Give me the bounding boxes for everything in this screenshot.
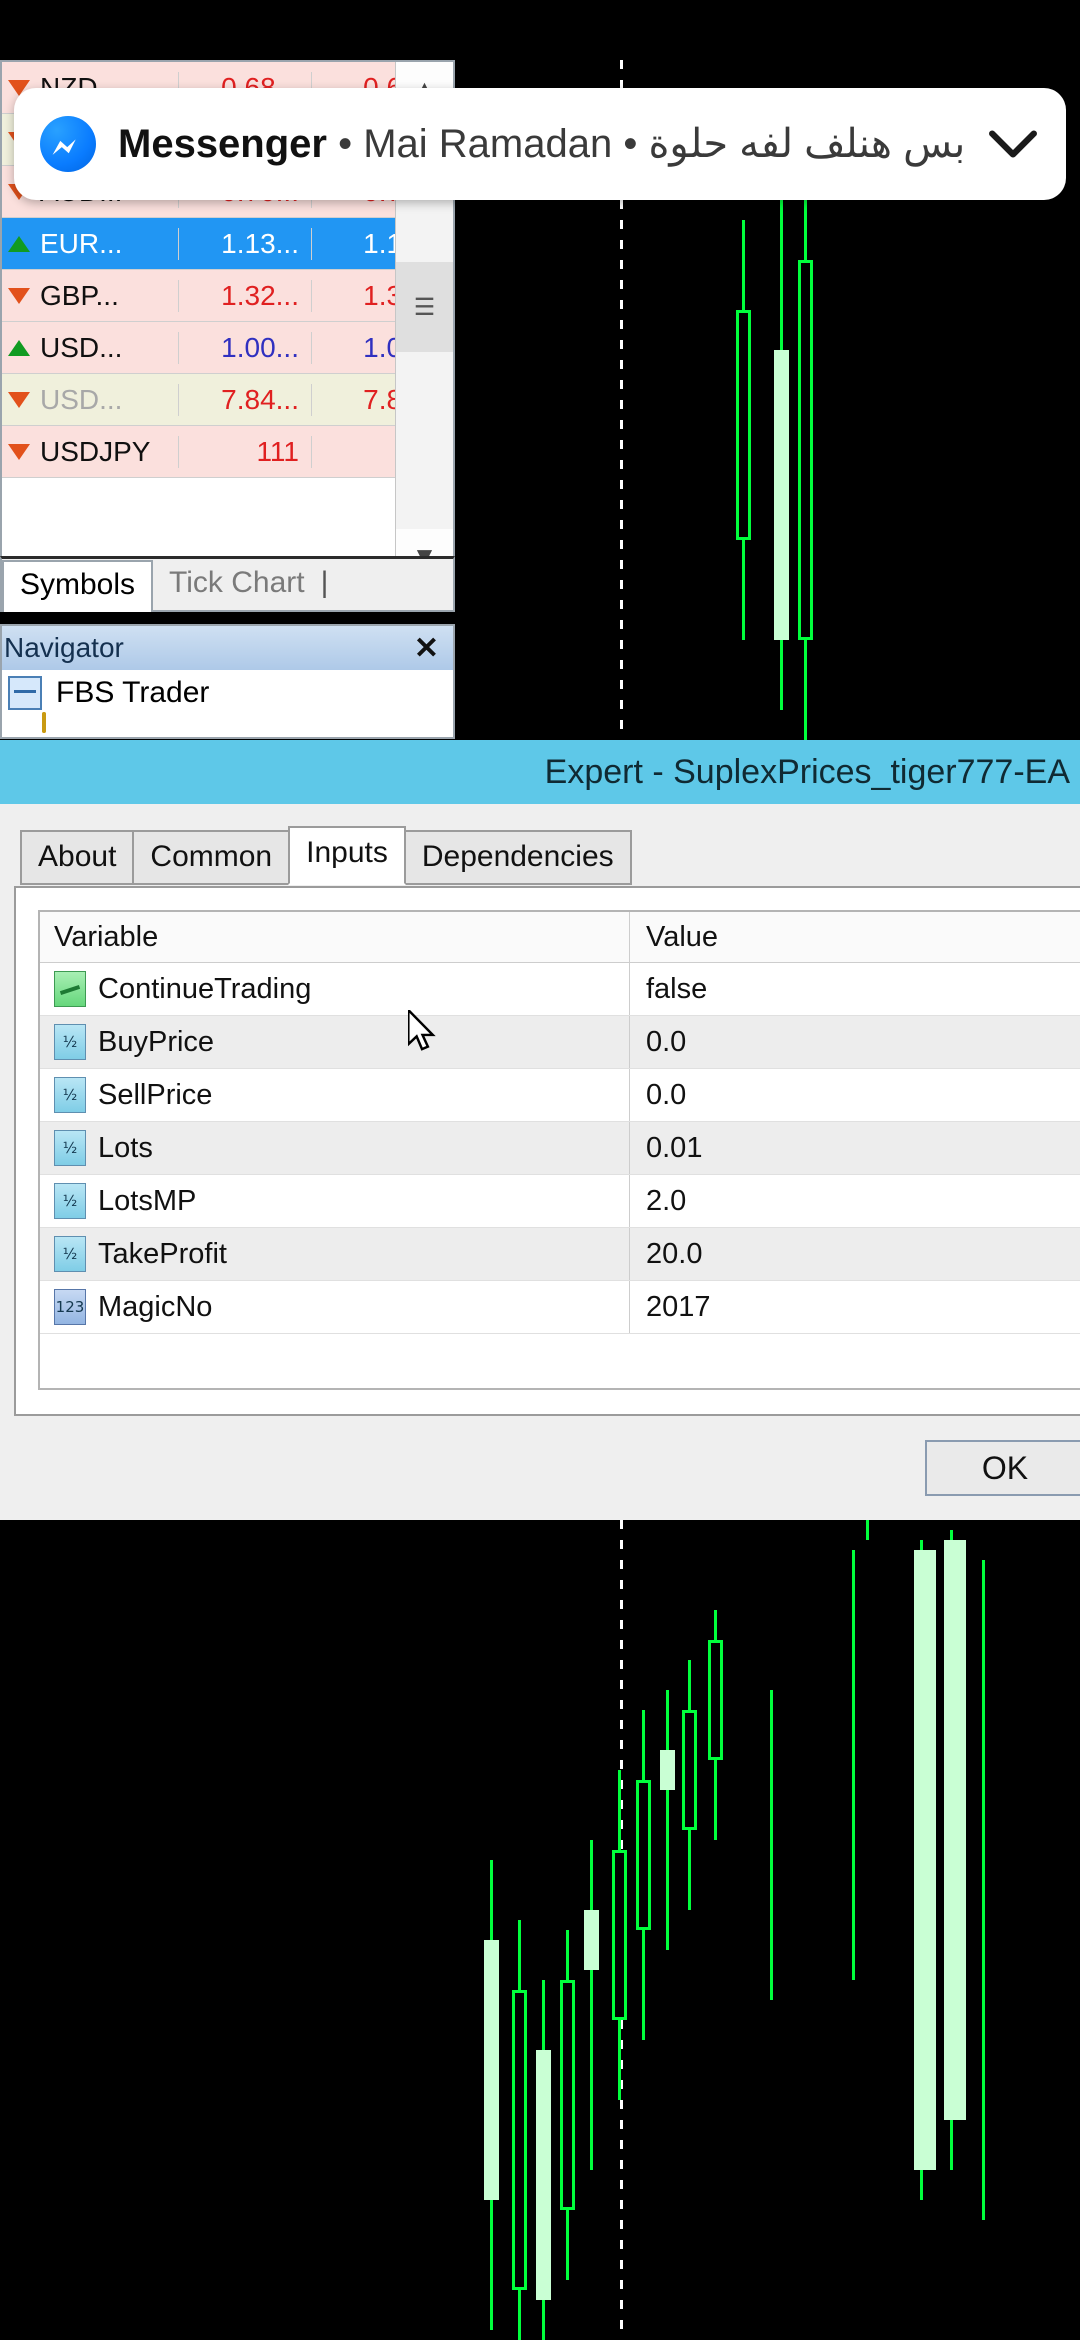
variable-value[interactable]: 0.0 — [630, 1079, 1080, 1112]
variable-value[interactable]: 2017 — [630, 1291, 1080, 1324]
table-row[interactable]: USD... 1.00... 1.00... — [2, 322, 453, 374]
table-row[interactable]: ½ LotsMP 2.0 — [40, 1175, 1080, 1228]
column-header-variable: Variable — [54, 921, 158, 954]
notification-separator-2: • — [612, 122, 648, 166]
notification-text: Messenger • Mai Ramadan • بس هنلف لفه حل… — [118, 121, 964, 167]
table-row[interactable]: GBP... 1.32... 1.32... — [2, 270, 453, 322]
navigator-panel[interactable]: Navigator ✕ FBS Trader — [0, 624, 455, 739]
messenger-notification[interactable]: Messenger • Mai Ramadan • بس هنلف لفه حل… — [14, 88, 1066, 200]
tab-about[interactable]: About — [20, 830, 134, 885]
dialog-title-bar: Expert - SuplexPrices_tiger777-EA — [0, 740, 1080, 804]
int-variable-icon: 123 — [54, 1289, 86, 1325]
messenger-icon — [40, 116, 96, 172]
navigator-item-label: FBS Trader — [56, 676, 209, 710]
chevron-down-icon[interactable] — [986, 129, 1040, 159]
variable-value[interactable]: 0.01 — [630, 1132, 1080, 1165]
symbol-cell: USDJPY — [36, 436, 178, 468]
variable-name: ContinueTrading — [98, 973, 311, 1006]
navigator-header: Navigator ✕ — [2, 626, 453, 670]
variable-name: MagicNo — [98, 1291, 212, 1324]
double-variable-icon: ½ — [54, 1077, 86, 1113]
tab-caret: | — [321, 566, 329, 610]
table-row[interactable]: ½ Lots 0.01 — [40, 1122, 1080, 1175]
tab-inputs[interactable]: Inputs — [288, 826, 406, 885]
table-row[interactable]: ContinueTrading false — [40, 963, 1080, 1016]
bid-cell: 111 — [178, 436, 311, 468]
dialog-body: About Common Inputs Dependencies Variabl… — [0, 804, 1080, 1520]
table-row[interactable]: ½ TakeProfit 20.0 — [40, 1228, 1080, 1281]
symbol-cell: GBP... — [36, 280, 178, 312]
inputs-panel: Variable Value ContinueTrading false ½ B… — [14, 886, 1080, 1416]
bottom-candlestick-chart[interactable] — [470, 1520, 1080, 2340]
tab-common[interactable]: Common — [132, 830, 290, 885]
direction-arrow-icon — [2, 392, 36, 408]
double-variable-icon: ½ — [54, 1130, 86, 1166]
variable-value[interactable]: false — [630, 973, 1080, 1006]
bid-cell: 1.32... — [178, 280, 311, 312]
bool-variable-icon — [54, 971, 86, 1007]
symbol-cell: USD... — [36, 332, 178, 364]
table-row[interactable]: USDJPY 111 111 — [2, 426, 453, 478]
direction-arrow-icon — [2, 340, 36, 356]
page-title: Expert - SuplexPrices_tiger777-EA — [545, 753, 1070, 792]
account-icon — [8, 676, 42, 710]
notification-app-name: Messenger — [118, 122, 327, 166]
table-row[interactable]: 123 MagicNo 2017 — [40, 1281, 1080, 1334]
variable-value[interactable]: 2.0 — [630, 1185, 1080, 1218]
ok-button[interactable]: OK — [925, 1440, 1080, 1496]
double-variable-icon: ½ — [54, 1024, 86, 1060]
double-variable-icon: ½ — [54, 1236, 86, 1272]
variable-name: Lots — [98, 1132, 153, 1165]
tab-dependencies[interactable]: Dependencies — [404, 830, 632, 885]
navigator-item-fbs-trader[interactable]: FBS Trader — [2, 670, 453, 710]
mouse-pointer-icon — [408, 1010, 438, 1054]
expert-properties-dialog[interactable]: Expert - SuplexPrices_tiger777-EA About … — [0, 740, 1080, 1520]
symbol-cell: EUR... — [36, 228, 178, 260]
double-variable-icon: ½ — [54, 1183, 86, 1219]
notification-sender: Mai Ramadan — [363, 122, 612, 166]
symbol-cell: USD... — [36, 384, 178, 416]
direction-arrow-icon — [2, 236, 36, 252]
table-row[interactable]: USD... 7.84... 7.84... — [2, 374, 453, 426]
notification-separator-1: • — [327, 122, 363, 166]
navigator-title: Navigator — [4, 632, 124, 664]
column-header-value: Value — [646, 921, 718, 953]
table-header-row: Variable Value — [40, 912, 1080, 963]
tab-tick-chart[interactable]: Tick Chart — [153, 560, 321, 610]
notification-message: بس هنلف لفه حلوة — [648, 122, 964, 166]
direction-arrow-icon — [2, 288, 36, 304]
bid-cell: 1.00... — [178, 332, 311, 364]
inputs-table[interactable]: Variable Value ContinueTrading false ½ B… — [38, 910, 1080, 1390]
navigator-folder-icon — [2, 714, 453, 732]
variable-name: TakeProfit — [98, 1238, 227, 1271]
variable-name: SellPrice — [98, 1079, 212, 1112]
dialog-tabs[interactable]: About Common Inputs Dependencies — [20, 826, 630, 885]
bid-cell: 7.84... — [178, 384, 311, 416]
screen-root: NZD... 0.68... 0.68... USD... 1.35... 1.… — [0, 0, 1080, 2340]
variable-name: BuyPrice — [98, 1026, 214, 1059]
market-watch-tabs[interactable]: Symbols Tick Chart | — [0, 556, 455, 612]
bid-cell: 1.13... — [178, 228, 311, 260]
table-row[interactable]: ½ BuyPrice 0.0 — [40, 1016, 1080, 1069]
close-icon[interactable]: ✕ — [414, 631, 453, 666]
variable-value[interactable]: 0.0 — [630, 1026, 1080, 1059]
variable-name: LotsMP — [98, 1185, 196, 1218]
table-row[interactable]: ½ SellPrice 0.0 — [40, 1069, 1080, 1122]
variable-value[interactable]: 20.0 — [630, 1238, 1080, 1271]
tab-symbols[interactable]: Symbols — [2, 560, 153, 612]
table-row-selected[interactable]: EUR... 1.13... 1.13... — [2, 218, 453, 270]
direction-arrow-icon — [2, 444, 36, 460]
scrollbar-thumb[interactable]: ☰ — [396, 262, 453, 352]
